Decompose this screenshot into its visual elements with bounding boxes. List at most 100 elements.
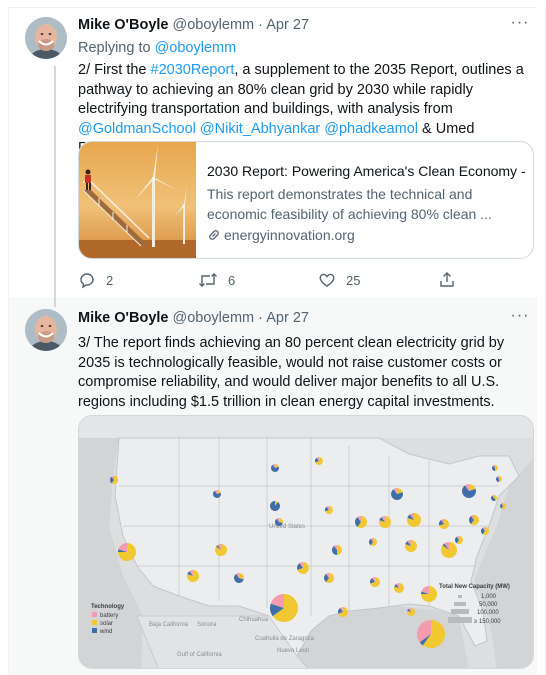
capacity-pie [369,538,377,546]
author-handle[interactable]: @oboylemm [173,17,255,33]
capacity-pie [234,573,244,583]
card-domain-row: energyinnovation.org [207,225,525,245]
replying-handle-link[interactable]: @oboylemm [155,40,237,56]
mention-link[interactable]: @GoldmanSchool [78,121,196,137]
place-label: Baja California [149,622,189,628]
capacity-pie [275,518,283,526]
capacity-pie [297,562,309,574]
avatar[interactable] [25,309,67,351]
link-icon [209,230,219,240]
reply-button[interactable]: 2 [78,271,113,289]
avatar[interactable] [25,17,67,59]
capacity-pie [187,570,199,582]
wind-turbine-image [79,142,196,258]
capacity-pie [215,544,227,556]
tweet-reply-3[interactable]: Mike O'Boyle @oboylemm · Apr 27 ··· 3/ T… [9,297,537,675]
author-name[interactable]: Mike O'Boyle [78,310,168,326]
capacity-pie [110,476,118,484]
place-label: Nuevo Leon [277,648,309,654]
legend-wind: wind [99,629,112,635]
tweet-date[interactable]: Apr 27 [266,17,309,33]
country-label: United States [269,524,305,530]
reply-count: 2 [106,272,114,288]
capacity-pie [332,545,342,555]
mention-link[interactable]: @Nikit_Abhyankar [200,121,320,137]
author-name[interactable]: Mike O'Boyle [78,17,168,33]
capacity-pie [394,583,405,593]
legend-battery: battery [100,613,118,619]
retweet-count: 6 [228,272,236,288]
capacity-pie [417,620,445,648]
energy-map-image[interactable]: United States Baja California Sonora Chi… [78,415,534,669]
legend-solar: solar [100,621,113,627]
capacity-pie [355,516,368,528]
thread-line [54,297,56,307]
capacity-pie [481,527,489,535]
capacity-pie [406,513,422,527]
link-preview-card[interactable]: 2030 Report: Powering America's Clean Ec… [78,141,534,259]
avatar-photo [25,309,67,351]
capacity-pie [338,607,348,617]
retweet-icon [199,273,217,287]
capacity-pie [455,536,463,544]
separator-dot: · [258,310,263,326]
separator-dot: · [258,17,263,33]
capacity-pie [269,501,280,511]
capacity-pie [213,490,221,498]
capacity-pie [439,519,449,529]
capacity-pie [315,457,323,465]
capacity-level: 1,000 [481,594,497,600]
us-capacity-map: United States Baja California Sonora Chi… [79,416,533,668]
mention-link[interactable]: @phadkeamol [324,121,418,137]
place-label: Sonora [197,622,217,628]
capacity-pie [405,540,418,552]
more-options-icon[interactable]: ··· [509,308,531,330]
place-label: Coahuila de Zaragoza [255,636,315,642]
card-title: 2030 Report: Powering America's Clean Ec… [207,163,525,179]
place-label: Chihuahua [239,617,269,623]
text-segment: 2/ First the [78,62,151,78]
share-icon [440,272,454,287]
place-label: Gulf of California [177,652,222,658]
capacity-pie [421,586,437,602]
tweet-header: Mike O'Boyle @oboylemm · Apr 27 [78,17,309,37]
replying-to: Replying to @oboylemm [78,40,236,56]
tweet-reply-2[interactable]: Mike O'Boyle @oboylemm · Apr 27 ··· Repl… [9,8,537,297]
capacity-pie [496,476,502,482]
capacity-pie [469,515,479,525]
replying-prefix: Replying to [78,40,151,56]
tweet-date[interactable]: Apr 27 [266,310,309,326]
capacity-swatch [451,609,469,614]
capacity-pie [325,506,333,514]
top-divider [8,0,536,8]
capacity-level: 50,000 [479,602,498,608]
retweet-button[interactable]: 6 [198,271,235,289]
like-count: 25 [346,272,361,288]
capacity-level: ≥ 150,000 [474,619,501,625]
capacity-pie [490,495,497,501]
card-thumbnail [79,142,196,258]
capacity-pie [379,516,392,528]
hashtag-link[interactable]: #2030Report [151,62,235,78]
share-button[interactable] [438,271,456,289]
wind-swatch [92,628,97,633]
like-button[interactable]: 25 [318,271,360,289]
tweet-actions: 2 6 25 [78,271,518,291]
thread-line [54,66,56,297]
tweet-text: 3/ The report finds achieving an 80 perc… [78,335,505,410]
battery-swatch [92,612,97,617]
capacity-level: 100,000 [477,610,499,616]
author-handle[interactable]: @oboylemm [173,310,255,326]
capacity-pie [271,464,279,472]
reply-icon [80,273,94,289]
avatar-photo [25,17,67,59]
capacity-pie [440,542,457,558]
capacity-legend-title: Total New Capacity (MW) [439,584,510,590]
capacity-pie [324,573,334,583]
more-options-icon[interactable]: ··· [509,15,531,37]
card-domain: energyinnovation.org [224,227,355,243]
capacity-pie [407,608,415,616]
capacity-pie [462,484,477,498]
capacity-pie [118,543,136,561]
capacity-swatch [458,595,462,598]
